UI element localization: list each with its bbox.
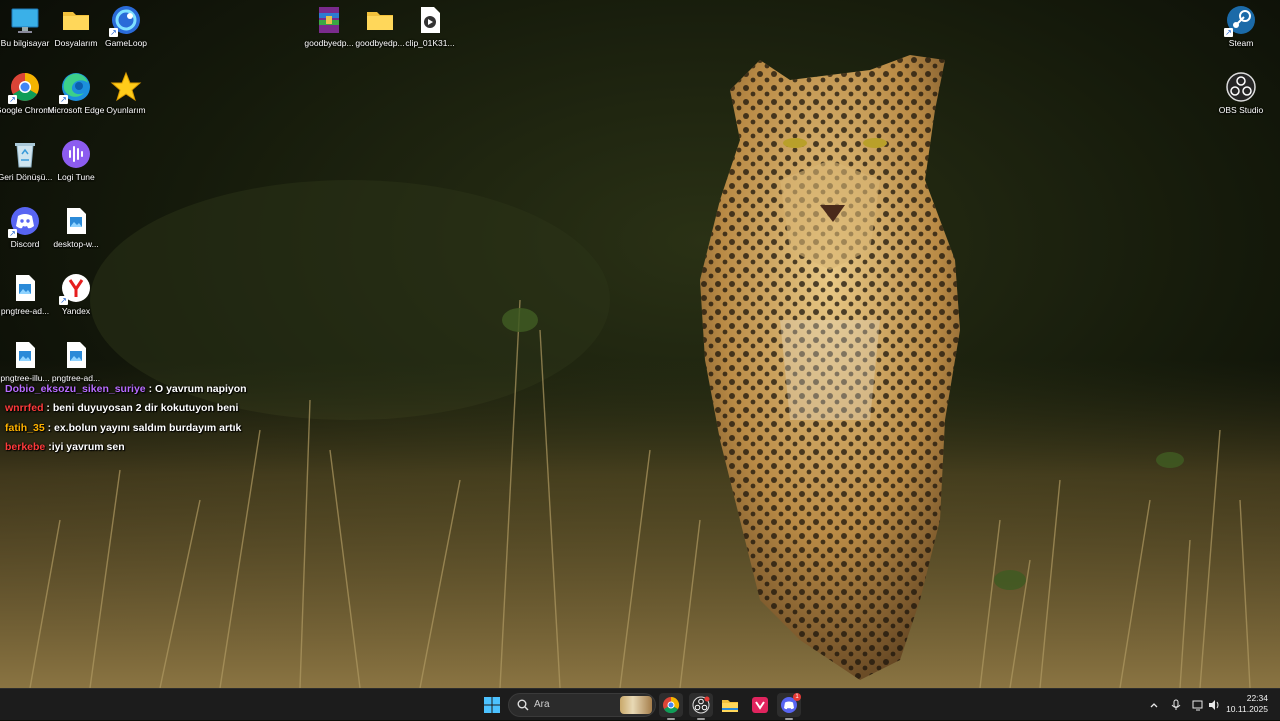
- windows-icon: [484, 697, 500, 713]
- chat-message: berkebe :iyi yavrum sen: [5, 438, 265, 457]
- desktop-icon-chrome[interactable]: ↗ Google Chrome: [0, 67, 55, 115]
- desktop-icon-goodbye-folder[interactable]: goodbyedp...: [355, 0, 405, 48]
- chrome-icon: ↗: [8, 71, 41, 104]
- chat-username: fatih_35: [5, 421, 45, 434]
- image-file-icon: [60, 339, 92, 371]
- desktop-icon-edge[interactable]: ↗ Microsoft Edge: [48, 67, 104, 115]
- gameloop-icon: ↗: [109, 4, 142, 37]
- desktop-icon-label: OBS Studio: [1218, 105, 1264, 115]
- taskbar: Ara 1 22:34 10.11.2025: [0, 688, 1280, 720]
- desktop-icon-gameloop[interactable]: ↗ GameLoop: [101, 0, 151, 48]
- desktop-icon-yandex[interactable]: ↗ Yandex: [51, 268, 101, 316]
- desktop-icon-pngtree-ad-1[interactable]: pngtree-ad...: [0, 268, 50, 316]
- folder-icon: [60, 4, 92, 36]
- desktop-icon-recycle-bin[interactable]: Geri Dönüşü...: [0, 134, 52, 182]
- desktop-icon-this-pc[interactable]: Bu bilgisayar: [0, 0, 50, 48]
- chat-username: berkebe: [5, 440, 46, 453]
- desktop-icon-steam[interactable]: ↗ Steam: [1216, 0, 1266, 48]
- taskbar-search[interactable]: Ara: [508, 693, 656, 717]
- desktop-icon-label: clip_01K31...: [405, 38, 455, 48]
- desktop-icon-clip[interactable]: clip_01K31...: [405, 0, 455, 48]
- yandex-icon: ↗: [59, 272, 92, 305]
- taskbar-chrome[interactable]: [659, 693, 683, 720]
- desktop-icon-games[interactable]: Oyunlarım: [101, 67, 151, 115]
- desktop-icon-label: Steam: [1228, 38, 1254, 48]
- volume-icon[interactable]: [1206, 697, 1222, 713]
- desktop-icon-logi-tune[interactable]: Logi Tune: [51, 134, 101, 182]
- network-icon[interactable]: [1190, 697, 1206, 713]
- logi-tune-icon: [60, 138, 92, 170]
- chevron-up-icon[interactable]: [1146, 697, 1162, 713]
- chat-message: fatih_35 : ex.bolun yayını saldım burday…: [5, 419, 265, 438]
- chrome-icon: [663, 696, 680, 714]
- chat-message: wnrrfed : beni duyuyosan 2 dir kokutuyon…: [5, 399, 265, 418]
- chat-text: : O yavrum napiyon: [145, 383, 247, 395]
- system-tray: [1146, 689, 1222, 721]
- desktop-icon-pngtree-ad-2[interactable]: pngtree-ad...: [51, 335, 101, 383]
- chat-username: wnrrfed: [5, 402, 44, 415]
- winrar-archive-icon: [313, 4, 345, 36]
- folder-icon: [364, 4, 396, 36]
- desktop-icon-obs[interactable]: OBS Studio: [1216, 67, 1266, 115]
- obs-icon: [692, 696, 710, 714]
- file-explorer-icon: [722, 700, 738, 712]
- search-icon: [517, 699, 529, 711]
- microphone-icon[interactable]: [1168, 697, 1184, 713]
- stream-chat-overlay: Dobio_eksozu_siken_suriye : O yavrum nap…: [5, 380, 265, 457]
- desktop-icon-label: GameLoop: [104, 38, 148, 48]
- start-button[interactable]: [480, 693, 504, 717]
- edge-icon: ↗: [59, 71, 92, 104]
- wallpaper: [0, 0, 1280, 688]
- steam-icon: ↗: [1224, 4, 1257, 37]
- taskbar-app[interactable]: [748, 693, 772, 717]
- desktop-icon-desktop-w[interactable]: desktop-w...: [51, 201, 101, 249]
- desktop-icon-label: Logi Tune: [57, 172, 95, 182]
- search-placeholder: Ara: [534, 699, 550, 710]
- notification-badge: 1: [793, 693, 801, 701]
- search-highlight-image: [620, 696, 652, 714]
- desktop-icon-discord[interactable]: ↗ Discord: [0, 201, 50, 249]
- image-file-icon: [9, 272, 41, 304]
- chat-text: :iyi yavrum sen: [45, 440, 125, 453]
- app-icon: [752, 697, 768, 713]
- chat-message: Dobio_eksozu_siken_suriye : O yavrum nap…: [5, 380, 265, 399]
- star-icon: [110, 71, 142, 103]
- video-file-icon: [414, 4, 446, 36]
- obs-icon: [1225, 71, 1257, 103]
- chat-text: : beni duyuyosan 2 dir kokutuyon beni: [43, 402, 239, 415]
- taskbar-clock[interactable]: 22:34 10.11.2025: [1226, 693, 1268, 715]
- taskbar-discord[interactable]: 1: [777, 693, 801, 720]
- recycle-bin-icon: [9, 138, 41, 170]
- image-file-icon: [60, 205, 92, 237]
- desktop-icon-pngtree-illu[interactable]: pngtree-illu...: [0, 335, 50, 383]
- desktop-icon-goodbye-archive[interactable]: goodbyedp...: [304, 0, 354, 48]
- clock-date: 10.11.2025: [1226, 704, 1268, 714]
- image-file-icon: [9, 339, 41, 371]
- desktop-icon-label: Oyunlarım: [106, 105, 146, 115]
- desktop-icon-files[interactable]: Dosyalarım: [51, 0, 101, 48]
- chat-text: : ex.bolun yayını saldım burdayım artık: [44, 421, 242, 434]
- clock-time: 22:34: [1246, 693, 1268, 703]
- monitor-icon: [9, 4, 41, 36]
- discord-icon: ↗: [8, 205, 41, 238]
- chat-username: Dobio_eksozu_siken_suriye: [5, 383, 146, 395]
- taskbar-file-explorer[interactable]: [718, 693, 742, 717]
- leopard-wallpaper-image: [0, 0, 1280, 688]
- desktop-icon-label: desktop-w...: [53, 239, 99, 249]
- desktop-icon-label: Yandex: [61, 306, 91, 316]
- taskbar-obs[interactable]: [689, 693, 713, 720]
